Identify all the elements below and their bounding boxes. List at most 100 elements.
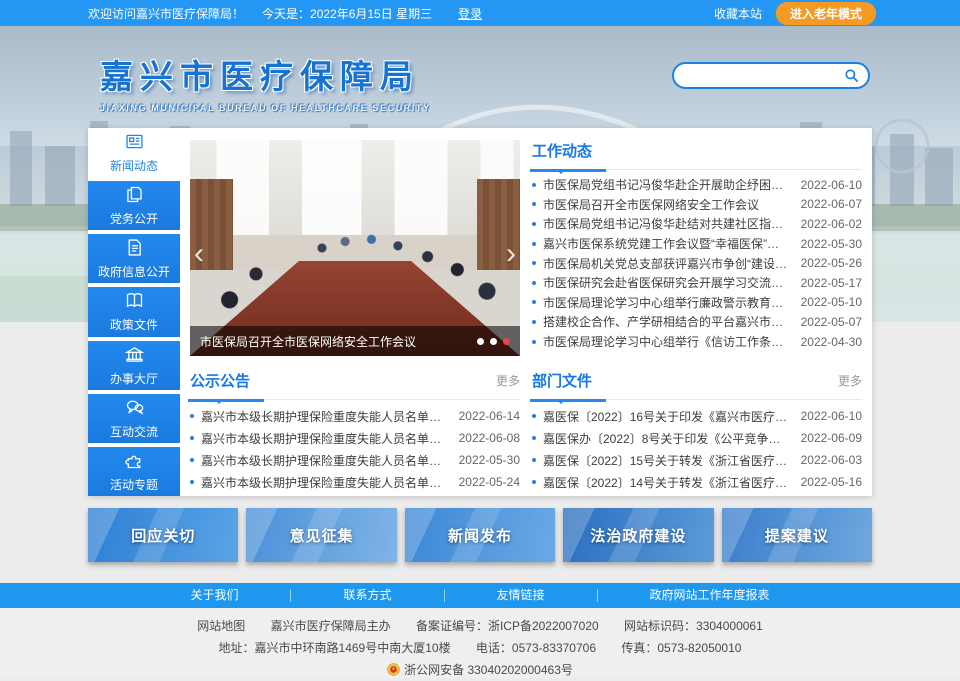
bullet-icon [532,414,536,418]
sidebar-item-label: 活动专题 [110,476,158,493]
sidebar-item-service-hall[interactable]: 办事大厅 [88,341,180,390]
police-record-text: 浙公网安备 33040202000463号 [404,663,573,677]
news-date: 2022-04-30 [801,335,862,349]
list-item: 市医保局机关党总支部获评嘉兴市争创“建设清廉机... 2022-05-26 [532,253,862,273]
chat-icon [124,397,145,418]
news-date: 2022-06-10 [801,178,862,192]
footer-info: 网站地图 嘉兴市医疗保障局主办 备案证编号：浙ICP备2022007020 网站… [0,608,960,678]
sidebar-item-interaction[interactable]: 互动交流 [88,394,180,443]
news-link[interactable]: 市医保局党组书记冯俊华赴结对共建社区指导全国文... [543,215,791,232]
sitemap-link[interactable]: 网站地图 [197,619,245,633]
carousel-photo-detail [190,140,520,356]
site-title: 嘉兴市医疗保障局 [100,50,431,98]
quick-banner-row: 回应关切 意见征集 新闻发布 法治政府建设 提案建议 [88,508,872,562]
news-date: 2022-06-08 [459,431,520,445]
carousel-next-icon[interactable]: › [506,239,516,269]
news-date: 2022-05-30 [459,453,520,467]
news-link[interactable]: 嘉兴市本级长期护理保险重度失能人员名单公示（2... [201,474,449,491]
news-link[interactable]: 市医保局党组书记冯俊华赴企开展助企纾困活动 [543,176,791,193]
list-item: 嘉兴市本级长期护理保险重度失能人员名单公示（2... 2022-05-30 [190,449,520,471]
news-link[interactable]: 嘉医保〔2022〕15号关于转发《浙江省医疗保... [543,452,791,469]
news-carousel[interactable]: ‹ › 市医保局召开全市医保网络安全工作会议 [190,140,520,356]
carousel-caption[interactable]: 市医保局召开全市医保网络安全工作会议 [200,333,469,350]
news-link[interactable]: 嘉兴市本级长期护理保险重度失能人员名单公示（2... [201,408,449,425]
sidebar-item-policy-docs[interactable]: 政策文件 [88,287,180,336]
welcome-text: 欢迎访问嘉兴市医疗保障局！ [88,5,244,22]
sidebar-item-label: 互动交流 [110,423,158,440]
sidebar-item-special-topics[interactable]: 活动专题 [88,447,180,496]
list-item: 市医保局党组书记冯俊华赴结对共建社区指导全国文... 2022-06-02 [532,214,862,234]
news-link[interactable]: 市医保研究会赴省医保研究会开展学习交流活动 [543,274,791,291]
news-link[interactable]: 市医保局召开全市医保网络安全工作会议 [543,196,791,213]
sidebar-item-label: 政府信息公开 [98,263,170,280]
newspaper-icon [124,131,145,152]
news-link[interactable]: 市医保局机关党总支部获评嘉兴市争创“建设清廉机... [543,255,791,272]
dept-docs-more-link[interactable]: 更多 [838,372,862,389]
notices-more-link[interactable]: 更多 [496,372,520,389]
list-item: 市医保局理论学习中心组举行《信访工作条例》专题... 2022-04-30 [532,332,862,352]
footer-line-2: 地址：嘉兴市中环南路1469号中南大厦10楼 电话：0573-83370706 … [0,637,960,659]
footer-link-contact[interactable]: 联系方式 [291,589,444,602]
banner-opinion-collection[interactable]: 意见征集 [246,508,396,562]
news-date: 2022-05-24 [459,475,520,489]
news-link[interactable]: 嘉医保〔2022〕14号关于转发《浙江省医疗保... [543,474,791,491]
notices-title: 公示公告 [190,370,250,391]
news-link[interactable]: 市医保局理论学习中心组举行廉政警示教育专题学习... [543,294,791,311]
search-input[interactable] [683,69,844,83]
list-item: 嘉兴市医保系统党建工作会议暨“幸福医保”党建联... 2022-05-30 [532,234,862,254]
banner-news-release[interactable]: 新闻发布 [405,508,555,562]
news-link[interactable]: 嘉兴市医保系统党建工作会议暨“幸福医保”党建联... [543,235,791,252]
bullet-icon [532,320,536,324]
search-icon[interactable] [844,68,859,83]
sidebar-item-news[interactable]: 新闻动态 [88,128,180,177]
dept-docs-list: 嘉医保〔2022〕16号关于印发《嘉兴市医疗保... 2022-06-10 嘉医… [532,405,862,493]
sidebar-item-gov-info[interactable]: 政府信息公开 [88,234,180,283]
list-item: 市医保局理论学习中心组举行廉政警示教育专题学习... 2022-05-10 [532,293,862,313]
work-news-title: 工作动态 [532,140,592,161]
left-column: ‹ › 市医保局召开全市医保网络安全工作会议 公示公告 更多 [190,140,520,484]
news-date: 2022-05-16 [801,475,862,489]
news-date: 2022-05-10 [801,295,862,309]
elder-mode-button[interactable]: 进入老年模式 [776,2,876,25]
footer-line-1: 网站地图 嘉兴市医疗保障局主办 备案证编号：浙ICP备2022007020 网站… [0,615,960,637]
copy-docs-icon [124,184,145,205]
banner-respond-concerns[interactable]: 回应关切 [88,508,238,562]
banner-proposals[interactable]: 提案建议 [722,508,872,562]
bullet-icon [190,458,194,462]
police-badge-icon [387,663,400,676]
carousel-dot[interactable] [490,338,497,345]
carousel-prev-icon[interactable]: ‹ [194,239,204,269]
bullet-icon [190,480,194,484]
news-link[interactable]: 嘉兴市本级长期护理保险重度失能人员名单公示（2... [201,452,449,469]
news-date: 2022-05-07 [801,315,862,329]
list-item: 搭建校企合作、产学研相结合的平台嘉兴市长期护理... 2022-05-07 [532,312,862,332]
news-link[interactable]: 市医保局理论学习中心组举行《信访工作条例》专题... [543,333,791,350]
list-item: 嘉兴市本级长期护理保险重度失能人员名单公示（2... 2022-05-24 [190,471,520,493]
bullet-icon [532,436,536,440]
address-text: 地址：嘉兴市中环南路1469号中南大厦10楼 [219,641,451,655]
news-date: 2022-06-09 [801,431,862,445]
bullet-icon [532,242,536,246]
carousel-dot-active[interactable] [503,338,510,345]
news-date: 2022-05-17 [801,276,862,290]
sidebar-item-label: 办事大厅 [110,370,158,387]
bullet-icon [532,480,536,484]
footer-link-annual-report[interactable]: 政府网站工作年度报表 [598,589,822,602]
footer-nav: 关于我们 联系方式 友情链接 政府网站工作年度报表 [0,583,960,608]
news-link[interactable]: 搭建校企合作、产学研相结合的平台嘉兴市长期护理... [543,313,791,330]
carousel-dot[interactable] [477,338,484,345]
search-box[interactable] [672,62,870,89]
sidebar-item-party-affairs[interactable]: 党务公开 [88,181,180,230]
news-link[interactable]: 嘉医保〔2022〕16号关于印发《嘉兴市医疗保... [543,408,791,425]
login-link[interactable]: 登录 [458,5,482,22]
banner-rule-of-law[interactable]: 法治政府建设 [563,508,713,562]
list-item: 嘉医保〔2022〕16号关于印发《嘉兴市医疗保... 2022-06-10 [532,405,862,427]
news-date: 2022-05-26 [801,256,862,270]
news-link[interactable]: 嘉兴市本级长期护理保险重度失能人员名单公示（2... [201,430,449,447]
news-link[interactable]: 嘉医保办〔2022〕8号关于印发《公平竞争审查... [543,430,791,447]
section-notices: 公示公告 更多 嘉兴市本级长期护理保险重度失能人员名单公示（2... 2022-… [190,370,520,493]
site-code-text: 网站标识码：3304000061 [624,619,763,633]
favorite-site-link[interactable]: 收藏本站 [714,5,762,22]
footer-link-about[interactable]: 关于我们 [138,589,291,602]
footer-link-friend-links[interactable]: 友情链接 [445,589,598,602]
